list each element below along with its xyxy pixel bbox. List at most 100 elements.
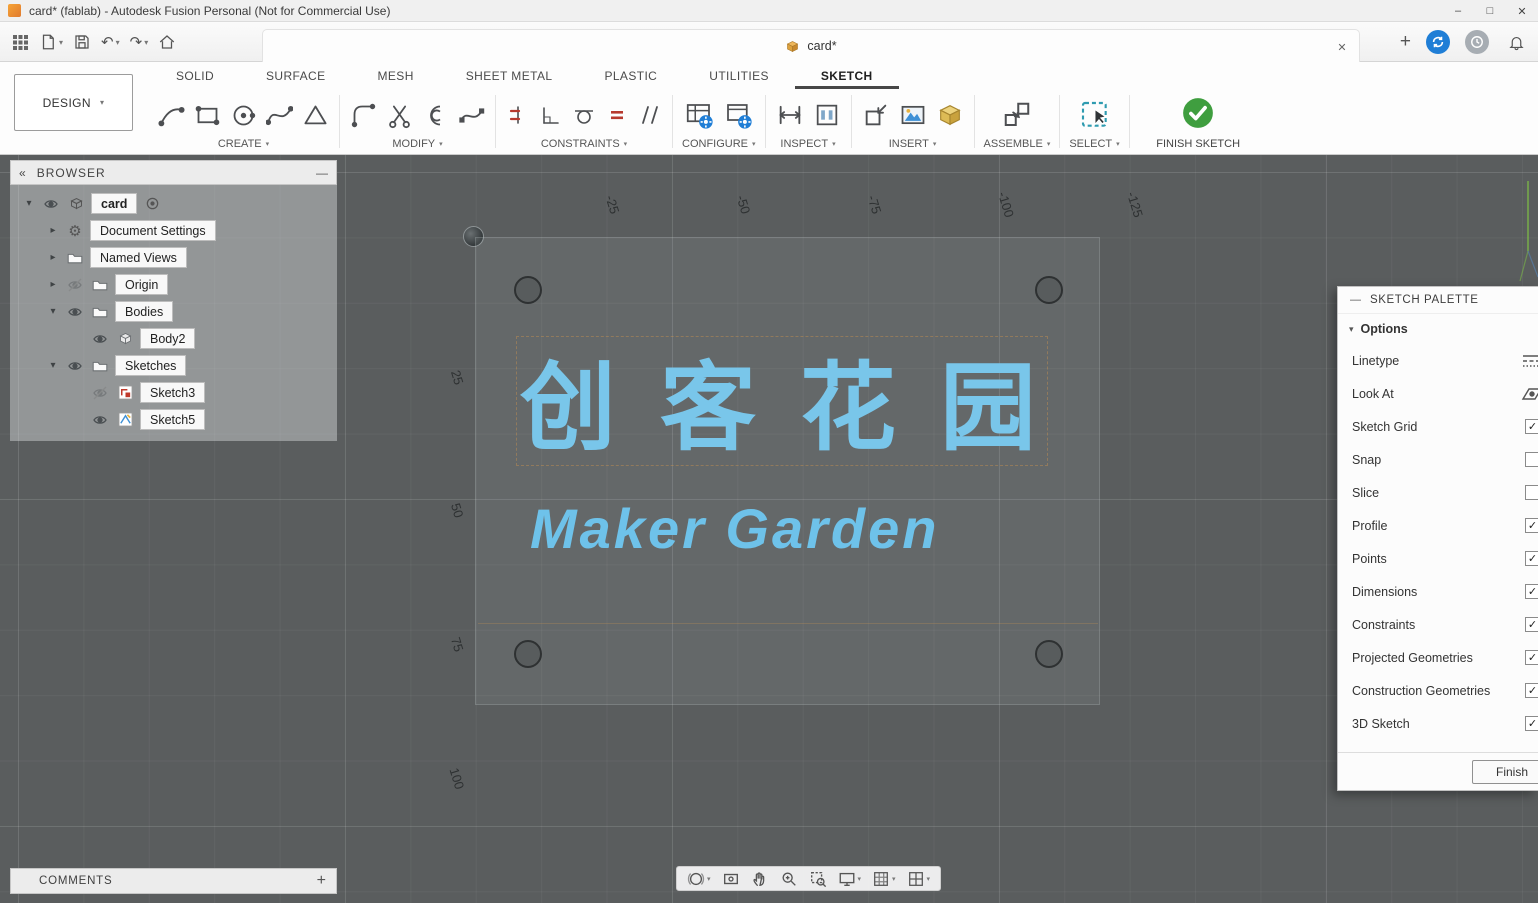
section-analysis-icon[interactable] (812, 100, 842, 130)
undo-icon[interactable]: ↶ ▾ (98, 28, 123, 56)
display-settings-icon[interactable]: ▾ (838, 870, 862, 888)
construction-geometries-checkbox[interactable] (1525, 683, 1538, 698)
group-label-select[interactable]: SELECT▾ (1069, 138, 1119, 151)
finish-button[interactable]: Finish (1472, 760, 1538, 784)
sketch-text-english[interactable]: Maker Garden (530, 496, 940, 561)
tab-sketch[interactable]: SKETCH (795, 62, 899, 89)
group-label-configure[interactable]: CONFIGURE▾ (682, 138, 756, 151)
chevron-right-icon[interactable]: ▸ (46, 225, 60, 236)
tab-utilities[interactable]: UTILITIES (683, 62, 795, 89)
workspace-selector[interactable]: DESIGN ▾ (14, 74, 133, 131)
perpendicular-constraint-icon[interactable] (538, 102, 564, 128)
chevron-down-icon[interactable]: ▾ (22, 198, 36, 209)
tangent-constraint-icon[interactable] (571, 102, 597, 128)
orbit-icon[interactable]: ▾ (687, 870, 711, 888)
tab-plastic[interactable]: PLASTIC (578, 62, 683, 89)
tree-row-body2[interactable]: Body2 (10, 325, 337, 352)
group-label-modify[interactable]: MODIFY▾ (392, 138, 442, 151)
profile-checkbox[interactable] (1525, 518, 1538, 533)
group-label-create[interactable]: CREATE▾ (218, 138, 269, 151)
visibility-eye-icon[interactable] (41, 196, 61, 212)
tree-item-label[interactable]: Document Settings (90, 220, 216, 241)
rectangle-tool-icon[interactable] (193, 101, 222, 130)
fit-curve-tool-icon[interactable] (457, 101, 486, 130)
tree-row-origin[interactable]: ▸ Origin (10, 271, 337, 298)
tree-item-label[interactable]: card (91, 193, 137, 214)
insert-derive-icon[interactable] (861, 100, 891, 130)
tree-item-label[interactable]: Bodies (115, 301, 173, 322)
offset-tool-icon[interactable] (421, 101, 450, 130)
save-icon[interactable] (70, 28, 94, 56)
document-tab[interactable]: card* ✕ (262, 29, 1360, 62)
sketch-grid-checkbox[interactable] (1525, 419, 1538, 434)
close-button[interactable]: ✕ (1506, 0, 1538, 22)
visibility-eye-icon[interactable] (90, 331, 110, 347)
dimensions-checkbox[interactable] (1525, 584, 1538, 599)
grid-settings-icon[interactable]: ▾ (872, 870, 896, 888)
chevron-right-icon[interactable]: ▸ (46, 252, 60, 263)
new-component-icon[interactable] (1001, 99, 1033, 131)
group-label-assemble[interactable]: ASSEMBLE▾ (984, 138, 1051, 151)
tree-row-bodies[interactable]: ▾ Bodies (10, 298, 337, 325)
tree-item-label[interactable]: Sketch3 (140, 382, 205, 403)
insert-mcmaster-icon[interactable] (935, 100, 965, 130)
constraints-checkbox[interactable] (1525, 617, 1538, 632)
tab-mesh[interactable]: MESH (352, 62, 440, 89)
pan-hand-icon[interactable] (751, 870, 769, 888)
line-tool-icon[interactable] (157, 101, 186, 130)
visibility-eye-icon[interactable] (90, 412, 110, 428)
zoom-window-icon[interactable] (809, 870, 827, 888)
group-label-constraints[interactable]: CONSTRAINTS▾ (541, 138, 627, 151)
select-tool-icon[interactable] (1078, 98, 1112, 132)
corner-hole-circle[interactable] (514, 276, 542, 304)
minimize-button[interactable]: – (1442, 0, 1474, 22)
sketch-text-chinese[interactable]: 创客花园 (520, 330, 1080, 469)
corner-hole-circle[interactable] (514, 640, 542, 668)
tree-row-document-settings[interactable]: ▸ ⚙ Document Settings (10, 217, 337, 244)
3d-sketch-checkbox[interactable] (1525, 716, 1538, 731)
linetype-dropdown-icon[interactable] (1521, 351, 1538, 374)
file-menu-icon[interactable]: ▾ (36, 28, 66, 56)
slice-checkbox[interactable] (1525, 485, 1538, 500)
viewports-icon[interactable]: ▾ (907, 870, 931, 888)
spline-tool-icon[interactable] (265, 101, 294, 130)
look-at-button-icon[interactable] (1521, 384, 1538, 407)
configure-feature-icon[interactable] (722, 99, 754, 131)
maximize-button[interactable]: □ (1474, 0, 1506, 22)
new-tab-icon[interactable]: + (1400, 31, 1411, 53)
visibility-eye-icon[interactable] (65, 277, 85, 293)
profile-avatar[interactable] (1465, 30, 1489, 54)
look-at-icon[interactable] (722, 870, 740, 888)
home-icon[interactable] (155, 28, 179, 56)
visibility-eye-icon[interactable] (90, 385, 110, 401)
measure-tool-icon[interactable] (775, 100, 805, 130)
parallel-constraint-icon[interactable] (637, 102, 663, 128)
tab-sheet-metal[interactable]: SHEET METAL (440, 62, 579, 89)
group-label-insert[interactable]: INSERT▾ (889, 138, 937, 151)
notifications-bell-icon[interactable] (1504, 28, 1528, 56)
trim-scissors-icon[interactable] (385, 101, 414, 130)
insert-image-icon[interactable] (898, 100, 928, 130)
tab-surface[interactable]: SURFACE (240, 62, 351, 89)
visibility-eye-icon[interactable] (65, 358, 85, 374)
corner-hole-circle[interactable] (1035, 640, 1063, 668)
group-label-inspect[interactable]: INSPECT▾ (780, 138, 835, 151)
projected-geometries-checkbox[interactable] (1525, 650, 1538, 665)
zoom-icon[interactable] (780, 870, 798, 888)
add-comment-icon[interactable]: + (317, 872, 326, 890)
circle-tool-icon[interactable] (229, 101, 258, 130)
corner-hole-circle[interactable] (1035, 276, 1063, 304)
chevron-down-icon[interactable]: ▾ (46, 306, 60, 317)
tree-item-label[interactable]: Named Views (90, 247, 187, 268)
tree-item-label[interactable]: Sketch5 (140, 409, 205, 430)
browser-minimize-icon[interactable]: — (316, 166, 328, 180)
visibility-eye-icon[interactable] (65, 304, 85, 320)
equal-constraint-icon[interactable] (604, 102, 630, 128)
configuration-table-icon[interactable] (683, 99, 715, 131)
fillet-tool-icon[interactable] (349, 101, 378, 130)
collapse-panel-icon[interactable]: « (19, 166, 27, 180)
chevron-down-icon[interactable]: ▾ (46, 360, 60, 371)
options-section-header[interactable]: ▾ Options (1338, 314, 1538, 344)
tree-row-sketch3[interactable]: Sketch3 (10, 379, 337, 406)
tree-item-label[interactable]: Origin (115, 274, 168, 295)
